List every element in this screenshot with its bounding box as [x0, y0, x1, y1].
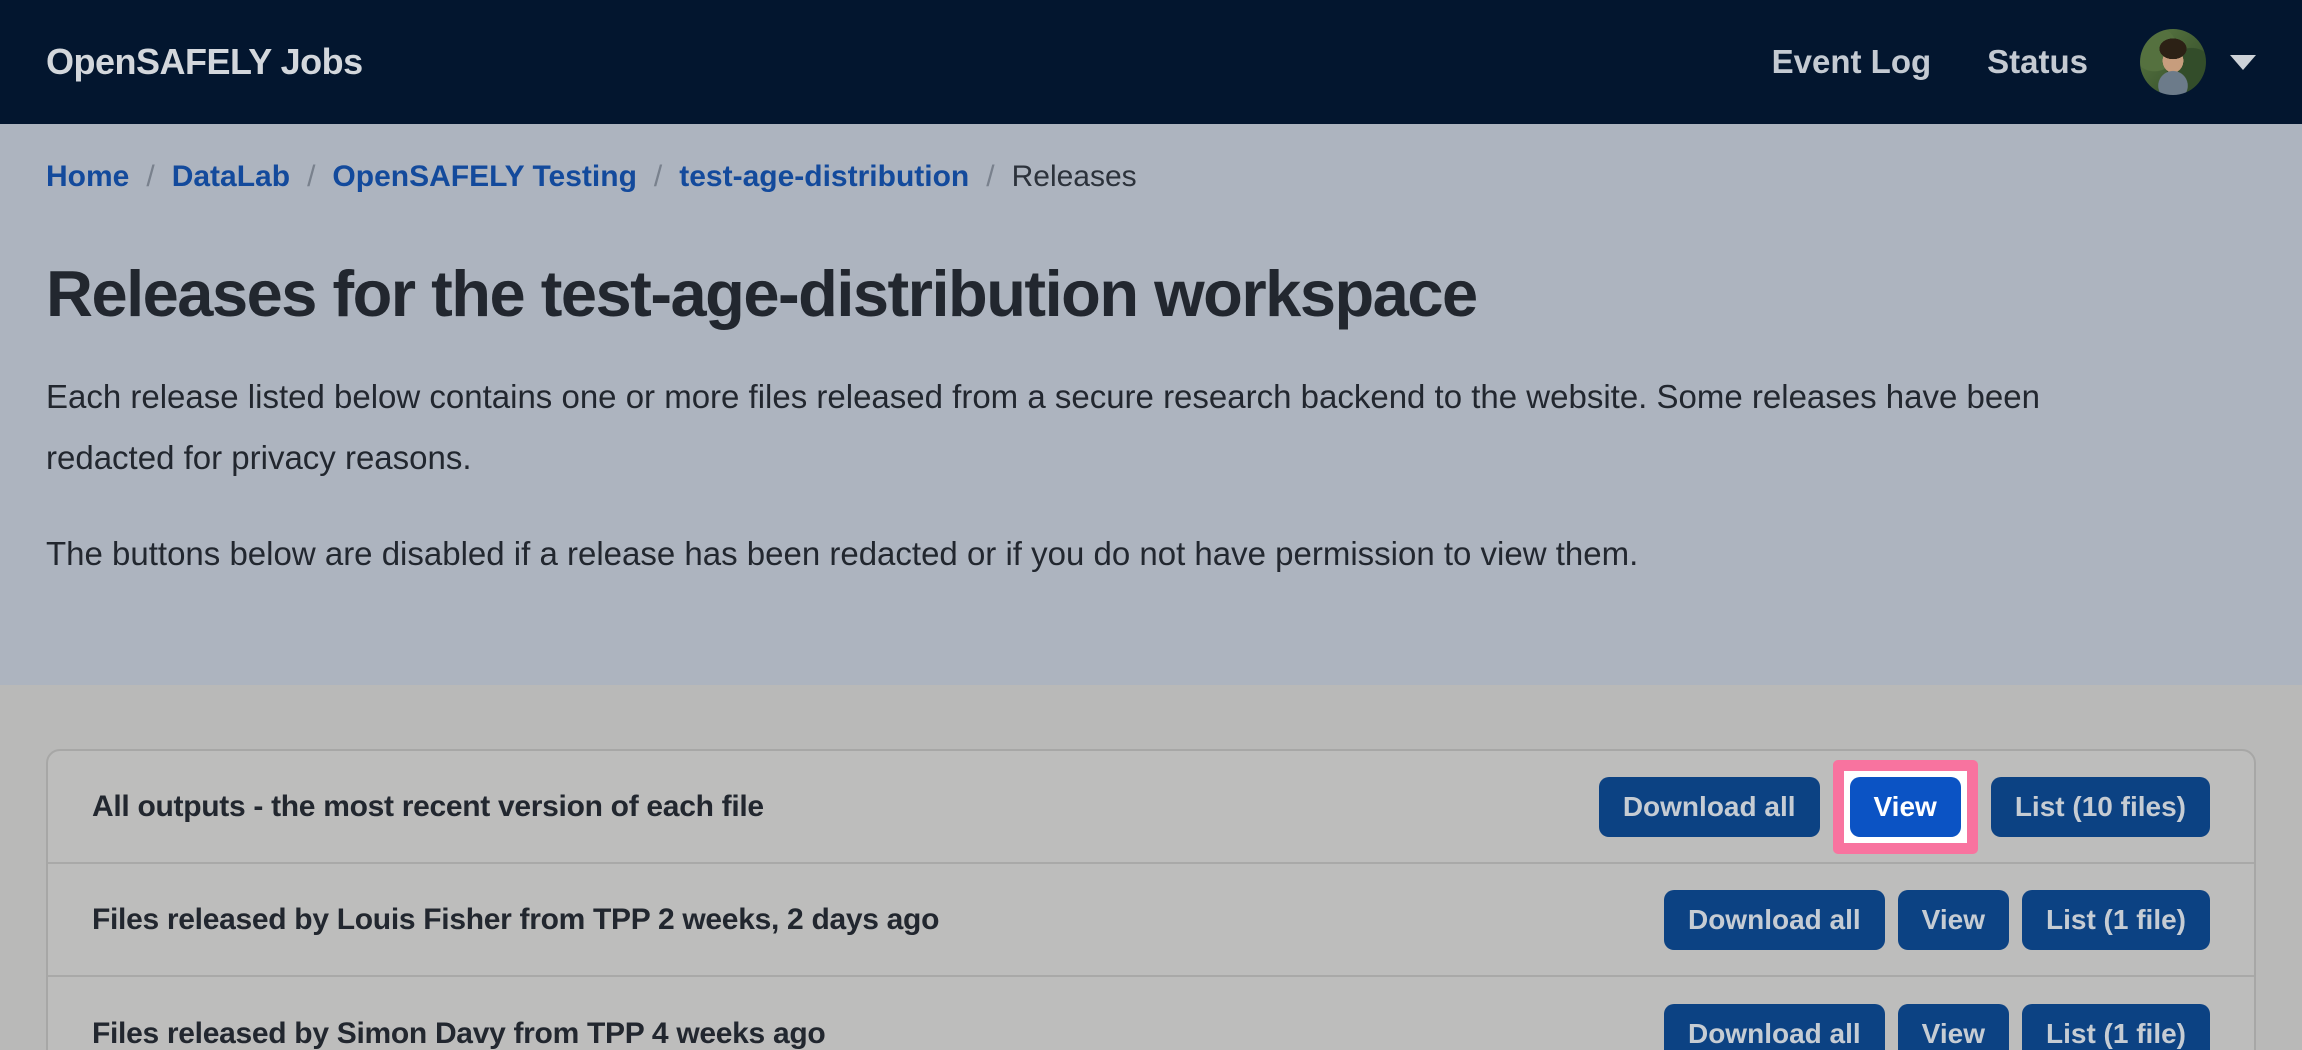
releases-section: All outputs - the most recent version of…	[0, 685, 2302, 1050]
release-row-title: All outputs - the most recent version of…	[92, 790, 764, 824]
breadcrumb-datalab[interactable]: DataLab	[172, 160, 290, 194]
breadcrumb-separator: /	[146, 160, 154, 194]
release-row-title: Files released by Louis Fisher from TPP …	[92, 903, 939, 937]
user-avatar[interactable]	[2140, 29, 2206, 95]
breadcrumb-separator: /	[654, 160, 662, 194]
releases-card: All outputs - the most recent version of…	[46, 749, 2256, 1050]
download-all-button[interactable]: Download all	[1664, 1004, 1885, 1050]
breadcrumb-workspace[interactable]: test-age-distribution	[679, 160, 969, 194]
view-button[interactable]: View	[1898, 890, 2009, 950]
release-actions: Download all View List (1 file)	[1664, 890, 2210, 950]
hero-section: Home / DataLab / OpenSAFELY Testing / te…	[0, 124, 2302, 685]
breadcrumb-opensafely-testing[interactable]: OpenSAFELY Testing	[332, 160, 637, 194]
breadcrumb-home[interactable]: Home	[46, 160, 129, 194]
breadcrumb-current-page: Releases	[1012, 160, 1137, 194]
breadcrumb-separator: /	[986, 160, 994, 194]
release-row-all-outputs: All outputs - the most recent version of…	[48, 751, 2254, 864]
nav-status[interactable]: Status	[1987, 43, 2088, 81]
caret-down-icon	[2230, 55, 2256, 70]
list-files-button[interactable]: List (10 files)	[1991, 777, 2210, 837]
release-actions: Download all View List (10 files)	[1599, 760, 2210, 854]
download-all-button[interactable]: Download all	[1664, 890, 1885, 950]
intro-paragraph: Each release listed below contains one o…	[46, 367, 2086, 488]
breadcrumb-separator: /	[307, 160, 315, 194]
app-title[interactable]: OpenSAFELY Jobs	[46, 41, 363, 83]
top-nav-bar: OpenSAFELY Jobs Event Log Status	[0, 0, 2302, 124]
view-button[interactable]: View	[1850, 777, 1961, 837]
breadcrumb: Home / DataLab / OpenSAFELY Testing / te…	[46, 160, 2256, 194]
target-highlight-annotation: View	[1833, 760, 1978, 854]
release-row-louis-fisher: Files released by Louis Fisher from TPP …	[48, 864, 2254, 977]
nav-event-log[interactable]: Event Log	[1772, 43, 1932, 81]
user-menu[interactable]	[2140, 29, 2256, 95]
list-files-button[interactable]: List (1 file)	[2022, 1004, 2210, 1050]
page-title: Releases for the test-age-distribution w…	[46, 256, 2256, 331]
view-button[interactable]: View	[1898, 1004, 2009, 1050]
release-row-title: Files released by Simon Davy from TPP 4 …	[92, 1017, 825, 1050]
release-actions: Download all View List (1 file)	[1664, 1004, 2210, 1050]
disabled-buttons-note: The buttons below are disabled if a rele…	[46, 524, 2086, 585]
download-all-button[interactable]: Download all	[1599, 777, 1820, 837]
list-files-button[interactable]: List (1 file)	[2022, 890, 2210, 950]
release-row-simon-davy: Files released by Simon Davy from TPP 4 …	[48, 977, 2254, 1050]
